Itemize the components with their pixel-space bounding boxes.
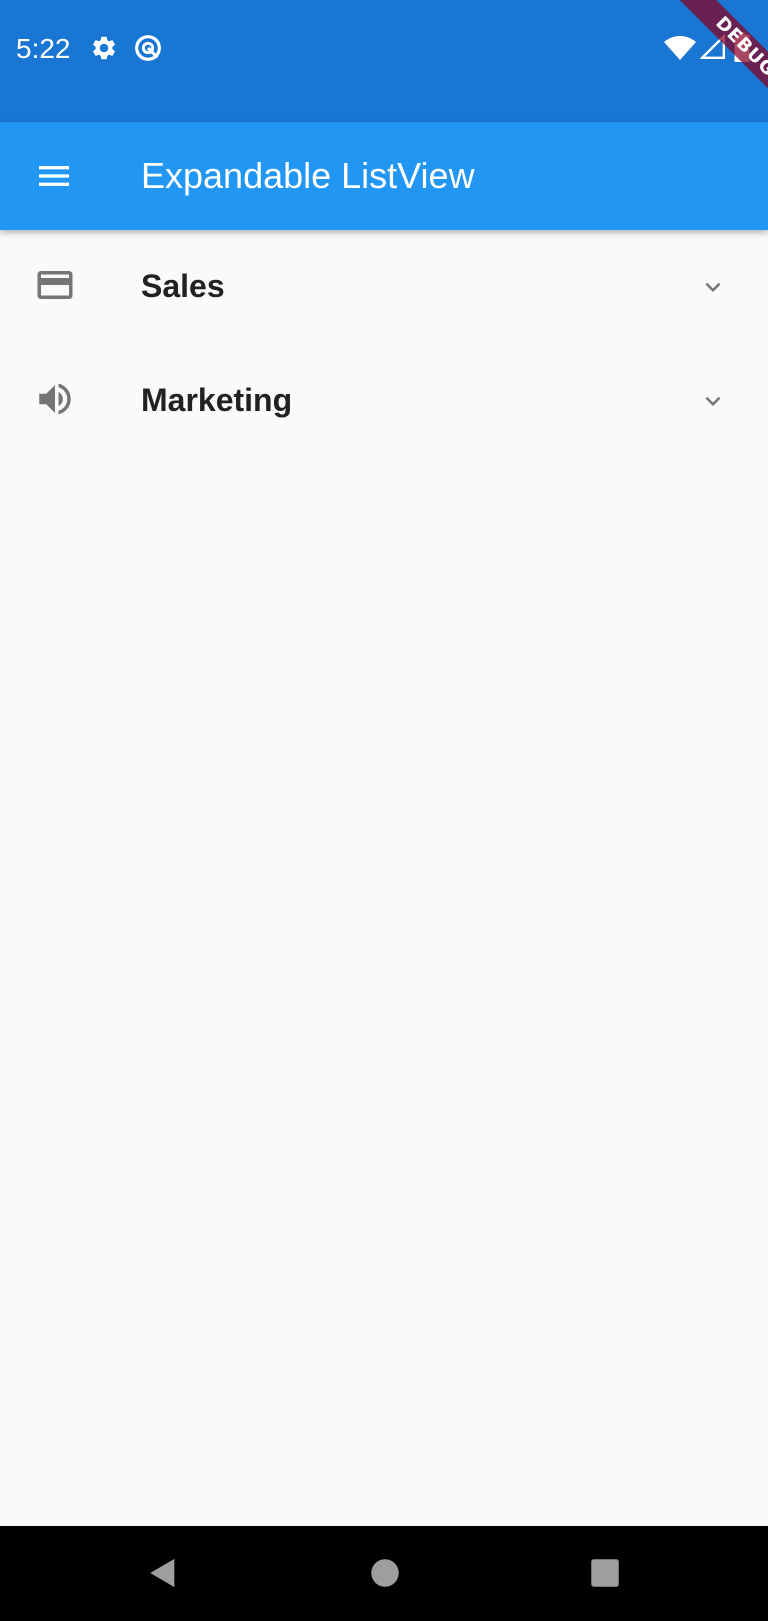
status-bar: 5:22 (0, 0, 768, 122)
recents-button[interactable] (582, 1550, 628, 1596)
expand-marketing-button[interactable] (698, 386, 728, 416)
navigation-bar (0, 1526, 768, 1621)
expandable-list: Sales Marketing (0, 230, 768, 458)
list-item-sales[interactable]: Sales (0, 230, 768, 344)
list-item-marketing[interactable]: Marketing (0, 344, 768, 458)
home-button[interactable] (362, 1550, 408, 1596)
menu-button[interactable] (26, 148, 82, 204)
list-item-label: Sales (141, 268, 225, 304)
wifi-icon (664, 36, 696, 60)
chevron-down-icon (705, 282, 721, 292)
credit-card-icon (34, 264, 76, 306)
screen: 5:22 DEBUG Expandable ListView Sales Mar… (0, 0, 768, 1621)
recents-icon (591, 1559, 619, 1587)
home-icon (371, 1559, 399, 1587)
volume-up-icon (34, 378, 76, 420)
app-bar: Expandable ListView (0, 122, 768, 230)
app-title: Expandable ListView (141, 155, 475, 196)
list-item-label: Marketing (141, 382, 293, 418)
no-sync-icon (135, 35, 161, 61)
back-button[interactable] (140, 1550, 186, 1596)
expand-sales-button[interactable] (698, 272, 728, 302)
back-icon (150, 1558, 175, 1588)
menu-icon (39, 166, 69, 186)
settings-icon (93, 36, 115, 60)
status-time: 5:22 (16, 33, 71, 64)
chevron-down-icon (705, 396, 721, 406)
